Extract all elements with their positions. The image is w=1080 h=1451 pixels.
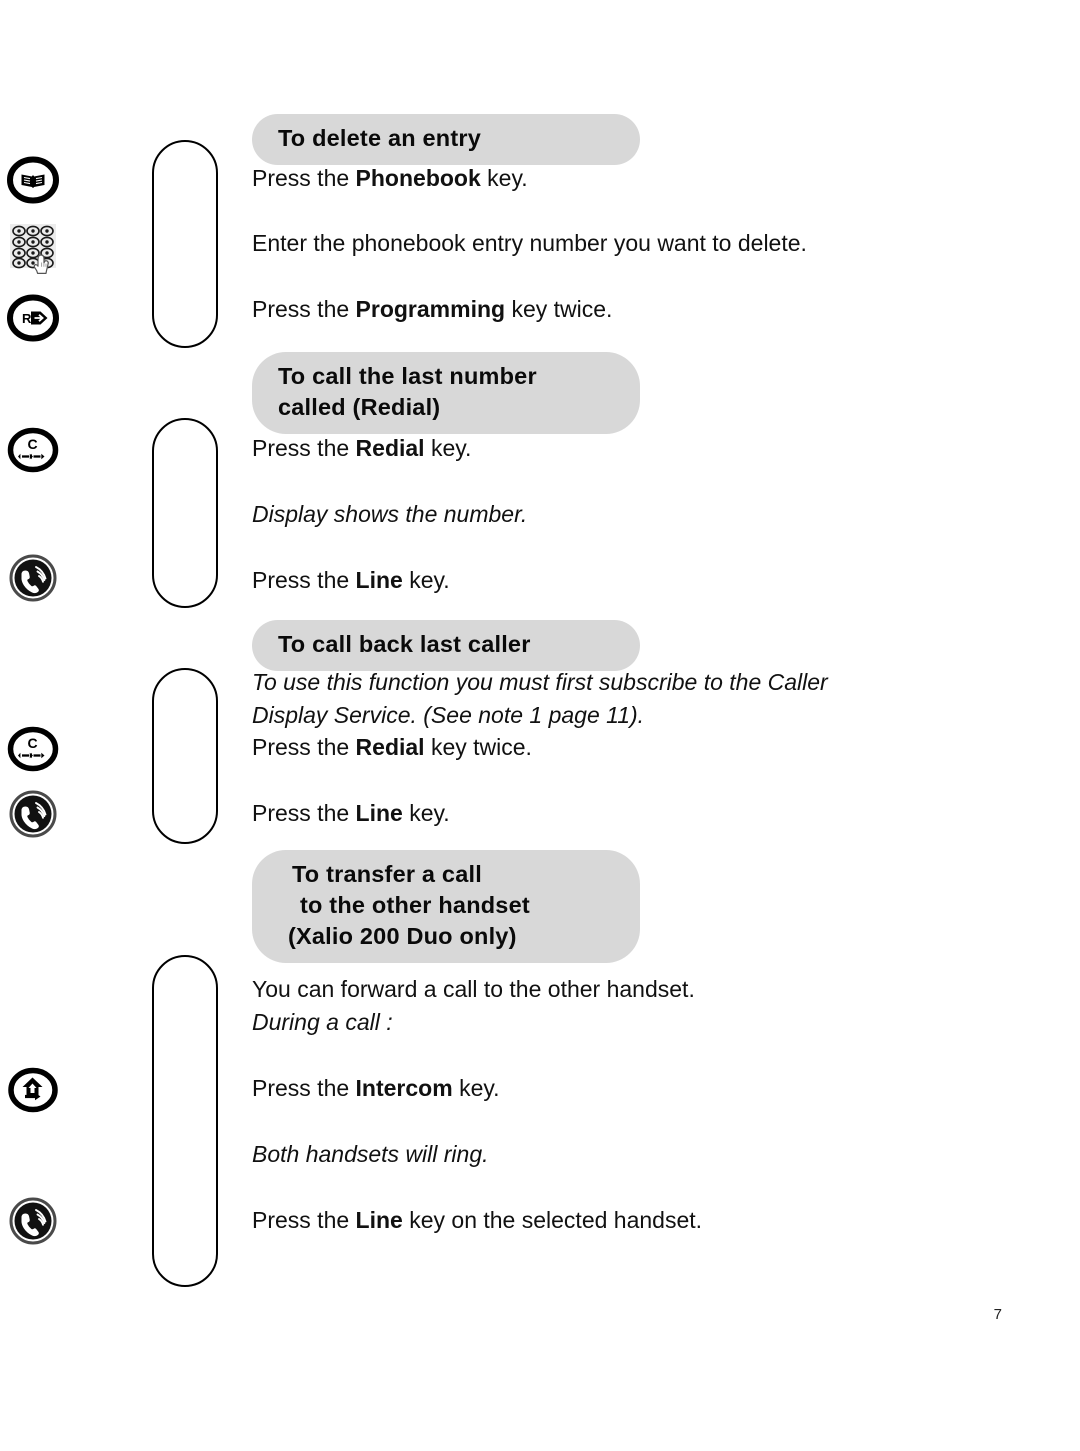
heading-delete-entry-text: To delete an entry xyxy=(278,125,481,151)
line-press-line-selected-handset: Press the Line key on the selected hands… xyxy=(252,1207,703,1233)
manual-page: R To delete an entry Press the Phonebook… xyxy=(0,0,1080,1451)
note-display-shows-number: Display shows the number. xyxy=(252,501,528,527)
line-press-phonebook: Press the Phonebook key. xyxy=(252,165,528,191)
line-key-icon xyxy=(0,1195,66,1247)
line-enter-entry-number: Enter the phonebook entry number you wan… xyxy=(252,230,807,256)
heading-redial-line1: To call the last number xyxy=(278,363,537,389)
icon-capsule-call-back xyxy=(152,668,218,844)
line-press-redial-twice: Press the Redial key twice. xyxy=(252,734,532,760)
svg-text:R: R xyxy=(22,311,32,326)
line-key-icon xyxy=(0,788,66,840)
svg-text:C: C xyxy=(28,735,38,751)
redial-key-icon: C xyxy=(0,423,66,477)
line-press-line-2: Press the Line key. xyxy=(252,800,450,826)
page-number: 7 xyxy=(993,1306,1002,1323)
line-press-programming: Press the Programming key twice. xyxy=(252,296,613,322)
icon-capsule-transfer-call xyxy=(152,955,218,1287)
programming-key-icon: R xyxy=(0,290,66,346)
icon-capsule-redial xyxy=(152,418,218,608)
heading-transfer-call: To transfer a call to the other handset … xyxy=(252,850,640,963)
svg-text:C: C xyxy=(28,436,38,452)
heading-transfer-line3: (Xalio 200 Duo only) xyxy=(288,923,517,949)
line-press-line: Press the Line key. xyxy=(252,567,450,593)
heading-delete-entry: To delete an entry xyxy=(252,114,640,165)
redial-key-icon: C xyxy=(0,722,66,776)
note-during-a-call: During a call : xyxy=(252,1009,393,1035)
heading-transfer-line2: to the other handset xyxy=(300,892,530,918)
note-both-handsets-ring: Both handsets will ring. xyxy=(252,1141,489,1167)
heading-call-back-last-caller: To call back last caller xyxy=(252,620,640,671)
line-press-redial: Press the Redial key. xyxy=(252,435,472,461)
line-forward-call: You can forward a call to the other hand… xyxy=(252,976,695,1002)
line-key-icon xyxy=(0,552,66,604)
phonebook-key-icon xyxy=(0,152,66,208)
heading-redial: To call the last number called (Redial) xyxy=(252,352,640,434)
intercom-key-icon xyxy=(0,1063,66,1117)
heading-call-back-text: To call back last caller xyxy=(278,631,531,657)
line-press-intercom: Press the Intercom key. xyxy=(252,1075,500,1101)
icon-capsule-delete-entry xyxy=(152,140,218,348)
keypad-icon xyxy=(0,218,66,280)
heading-transfer-line1: To transfer a call xyxy=(292,861,482,887)
note-caller-display-subscribe: To use this function you must first subs… xyxy=(252,669,828,728)
heading-redial-line2: called (Redial) xyxy=(278,394,441,420)
